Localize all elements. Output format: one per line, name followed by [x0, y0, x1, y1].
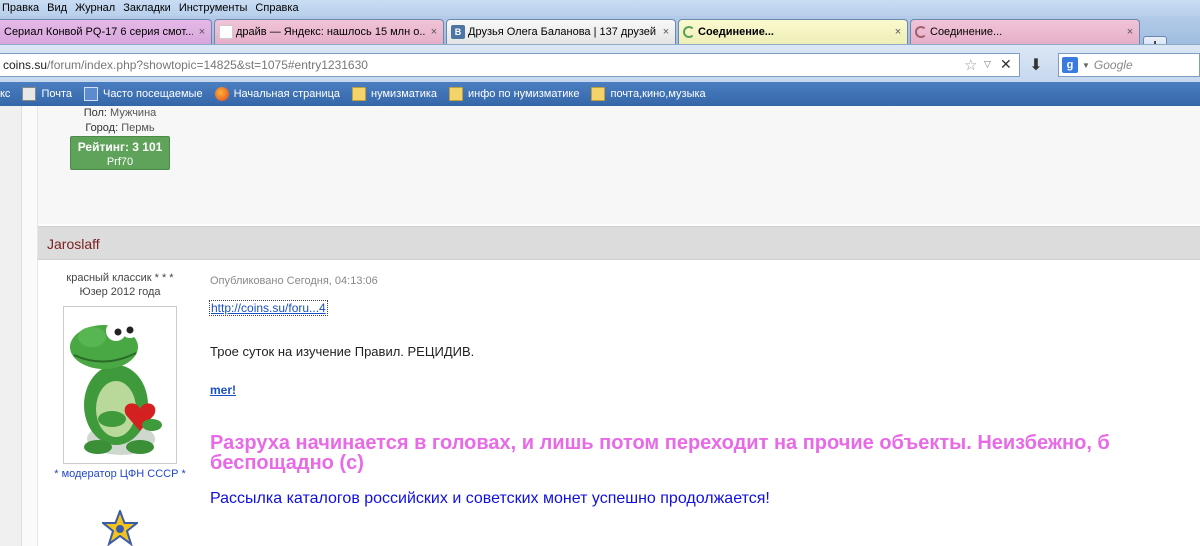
download-arrow-icon[interactable]: ⬇	[1026, 55, 1046, 75]
menu-tools[interactable]: Инструменты	[179, 2, 248, 14]
author-profile: красный классик * * * Юзер 2012 года	[40, 262, 200, 299]
bookmark-star-icon[interactable]: ☆	[964, 56, 977, 74]
gender-label: Пол:	[83, 107, 107, 119]
bookmark-label: почта,кино,музыка	[610, 88, 706, 100]
frequent-icon	[83, 87, 98, 101]
bookmark-label: Часто посещаемые	[102, 88, 203, 100]
search-box[interactable]: g ▼ Google	[1058, 53, 1200, 77]
signature-link[interactable]: mer!	[210, 383, 236, 397]
bookmark-label: нумизматика	[371, 88, 438, 100]
folder-icon	[449, 87, 464, 101]
menu-help[interactable]: Справка	[255, 2, 298, 14]
rating-sub: Prf70	[106, 156, 134, 168]
tab-vk-friends[interactable]: B Друзья Олега Баланова | 137 друзей ×	[446, 19, 676, 44]
tab-label: Друзья Олега Баланова | 137 друзей	[468, 26, 657, 38]
tab-close-icon[interactable]: ×	[429, 26, 439, 38]
tab-close-icon[interactable]: ×	[197, 26, 207, 38]
url-host: coins.su	[3, 58, 48, 72]
search-engine-dropdown-icon[interactable]: ▼	[1082, 61, 1090, 70]
bookmark-frequent[interactable]: Часто посещаемые	[83, 87, 203, 101]
bookmarks-toolbar: кс Почта Часто посещаемые Начальная стра…	[0, 82, 1200, 106]
vk-icon: B	[451, 25, 465, 39]
tab-bar: Сериал Конвой PQ-17 6 серия смот... × Я …	[0, 16, 1200, 56]
tab-close-icon[interactable]: ×	[893, 26, 903, 38]
tab-yandex[interactable]: Я драйв — Яндекс: нашлось 15 млн о... ×	[214, 19, 444, 44]
tab-label: драйв — Яндекс: нашлось 15 млн о...	[236, 26, 425, 38]
tab-label: Соединение...	[930, 26, 1003, 38]
crocodile-avatar-icon	[64, 307, 176, 463]
url-text: coins.su/forum/index.php?showtopic=14825…	[3, 58, 368, 72]
city-row: Город: Пермь	[68, 121, 172, 136]
city-label: Город:	[85, 122, 119, 134]
post-text: Трое суток на изучение Правил. РЕЦИДИВ.	[210, 344, 475, 359]
tab-label: Сериал Конвой PQ-17 6 серия смот...	[4, 26, 193, 38]
previous-post	[38, 106, 1200, 224]
post-author-bar: Jaroslaff	[38, 226, 1200, 260]
bookmark-label: кс	[0, 88, 11, 100]
stop-icon[interactable]: ✕	[1000, 56, 1012, 73]
post-date: Опубликовано Сегодня, 04:13:06	[210, 275, 378, 287]
previous-post-profile: Пол: Мужчина Город: Пермь	[68, 106, 172, 136]
menu-edit[interactable]: Правка	[2, 2, 39, 14]
left-margin	[0, 106, 22, 546]
bookmark-numismatics[interactable]: нумизматика	[352, 87, 437, 101]
tab-close-icon[interactable]: ×	[661, 26, 671, 38]
gender-row: Пол: Мужчина	[68, 106, 172, 121]
loading-spinner-icon	[915, 26, 927, 38]
history-dropdown-icon[interactable]: ▽	[984, 59, 991, 70]
tab-connecting-active[interactable]: Соединение... ×	[678, 19, 908, 44]
tab-close-icon[interactable]: ×	[1125, 26, 1135, 38]
tab-connecting[interactable]: Соединение... ×	[910, 19, 1140, 44]
navigation-bar: coins.su/forum/index.php?showtopic=14825…	[0, 44, 1200, 82]
moderator-label: * модератор ЦФН СССР *	[54, 468, 186, 480]
left-margin-inner	[22, 106, 38, 546]
menu-bookmarks[interactable]: Закладки	[123, 2, 171, 14]
tab-label: Соединение...	[698, 26, 774, 38]
bookmark-label: инфо по нумизматике	[468, 88, 580, 100]
bookmark-start-page[interactable]: Начальная страница	[214, 87, 341, 101]
rating-badge[interactable]: Рейтинг: 3 101 Prf70	[70, 136, 170, 170]
star-award-icon	[100, 508, 140, 546]
search-placeholder: Google	[1093, 58, 1133, 72]
post-link[interactable]: http://coins.su/foru...4	[209, 300, 328, 316]
rating-value: Рейтинг: 3 101	[77, 140, 163, 154]
bookmark-label: Почта	[41, 88, 72, 100]
avatar[interactable]	[63, 306, 177, 464]
folder-icon	[591, 87, 606, 101]
bookmark-label: Начальная страница	[233, 88, 341, 100]
signature-catalog-text: Рассылка каталогов российских и советски…	[210, 490, 770, 507]
firefox-icon	[214, 87, 229, 101]
mail-icon	[22, 87, 37, 101]
signature-quote: Разруха начинается в головах, и лишь пот…	[210, 432, 1110, 474]
folder-icon	[352, 87, 367, 101]
menu-view[interactable]: Вид	[47, 2, 67, 14]
city-value: Пермь	[121, 122, 155, 134]
author-rank: красный классик * * *	[66, 272, 174, 284]
menu-bar: Правка Вид Журнал Закладки Инструменты С…	[0, 0, 1200, 16]
bookmark-numismatics-info[interactable]: инфо по нумизматике	[449, 87, 579, 101]
bookmark-ks[interactable]: кс	[0, 88, 10, 100]
yandex-icon: Я	[219, 25, 233, 39]
author-joined: Юзер 2012 года	[79, 286, 161, 298]
menu-history[interactable]: Журнал	[75, 2, 115, 14]
forum-page: Пол: Мужчина Город: Пермь Рейтинг: 3 101…	[0, 106, 1200, 546]
google-icon[interactable]: g	[1062, 57, 1078, 73]
author-name[interactable]: Jaroslaff	[47, 236, 100, 252]
bookmark-mail-movies-music[interactable]: почта,кино,музыка	[591, 87, 706, 101]
gender-value: Мужчина	[110, 107, 157, 119]
tab-konvoy[interactable]: Сериал Конвой PQ-17 6 серия смот... ×	[0, 19, 212, 44]
url-path: /forum/index.php?showtopic=14825&st=1075…	[47, 58, 368, 72]
loading-spinner-icon	[683, 26, 695, 38]
address-bar[interactable]: coins.su/forum/index.php?showtopic=14825…	[0, 53, 1020, 77]
bookmark-mail[interactable]: Почта	[22, 87, 72, 101]
